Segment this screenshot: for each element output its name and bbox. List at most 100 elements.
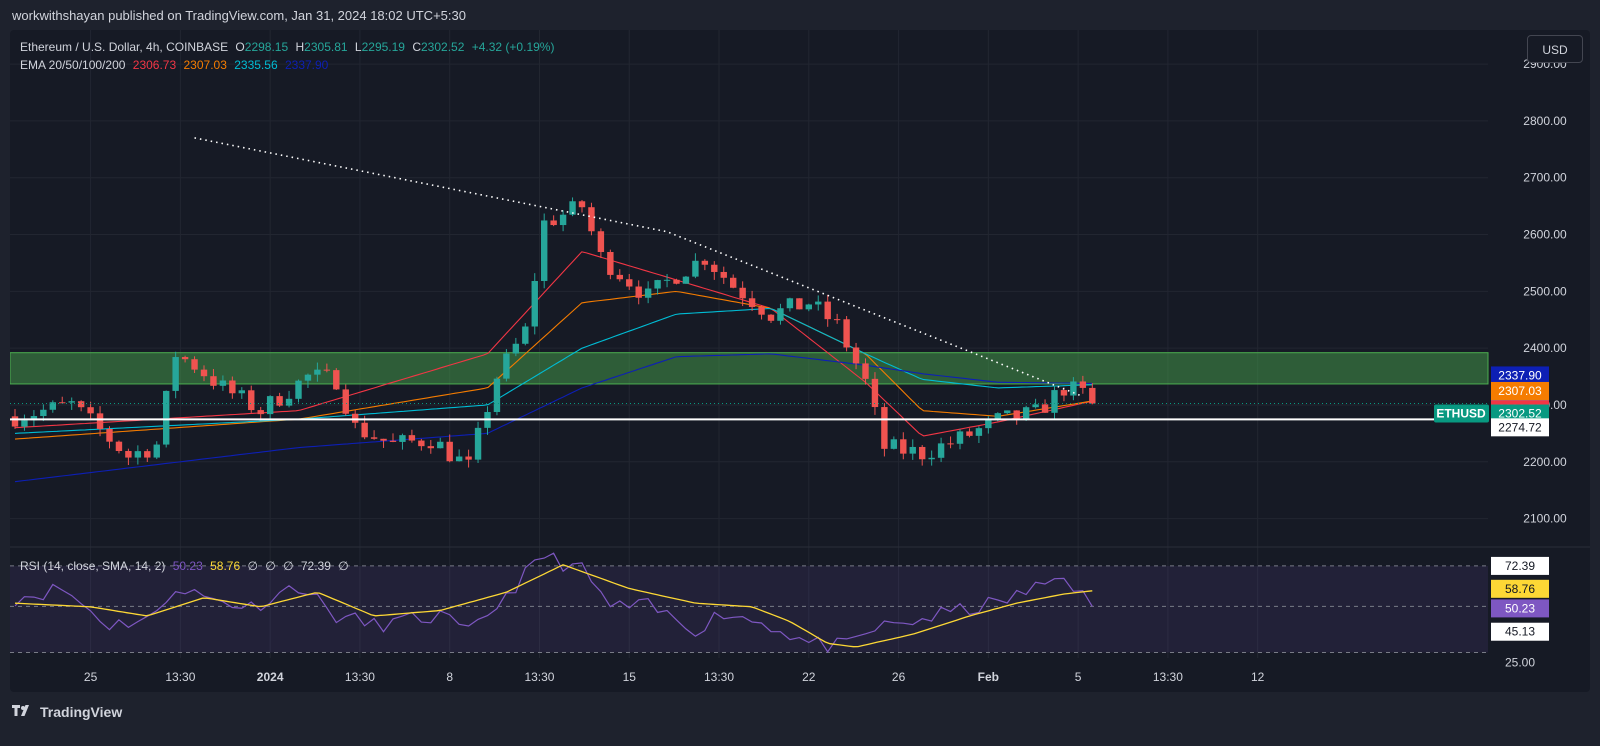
candle-body <box>21 420 28 427</box>
candle-body <box>559 214 567 226</box>
rsi-label[interactable]: RSI (14, close, SMA, 14, 2) <box>20 559 165 573</box>
candle <box>947 436 954 449</box>
ema100-value: 2335.56 <box>234 58 278 72</box>
candle-body <box>881 407 888 449</box>
candle-body <box>257 410 264 415</box>
candle-body <box>739 287 746 299</box>
candle-body <box>607 251 614 275</box>
price-label-text: 2274.72 <box>1498 420 1542 434</box>
candle <box>77 400 85 412</box>
candle-body <box>805 304 812 310</box>
time-axis-tick: 15 <box>623 670 637 684</box>
rsi-value: 50.23 <box>172 559 203 573</box>
candle <box>607 249 614 280</box>
candle <box>626 273 633 290</box>
time-axis-tick: 13:30 <box>1153 670 1183 684</box>
ema20-line <box>14 251 1093 437</box>
candle <box>285 390 293 408</box>
candle-body <box>134 451 142 458</box>
candle-body <box>1004 410 1011 414</box>
candle-body <box>824 301 831 320</box>
rsi-legend: RSI (14, close, SMA, 14, 2) 50.23 58.76 … <box>20 559 349 573</box>
candle-body <box>474 427 482 460</box>
candle <box>408 429 416 443</box>
candle-body <box>408 435 416 441</box>
candle <box>493 376 501 416</box>
candle-body <box>701 260 709 265</box>
price-label: 2337.90 <box>1491 366 1549 385</box>
candle <box>541 213 548 289</box>
candle-body <box>588 207 595 232</box>
candle <box>1004 410 1011 415</box>
price-label-text: 2307.03 <box>1498 384 1542 398</box>
rsi-axis-label-text: 25.00 <box>1505 656 1535 670</box>
candle <box>333 368 340 391</box>
candle <box>909 439 916 460</box>
candle <box>597 228 605 258</box>
candle-body <box>711 264 718 272</box>
candle-body <box>843 319 850 348</box>
candle <box>125 448 132 466</box>
rsi-na-2: ∅ <box>265 559 276 573</box>
candle <box>711 261 718 280</box>
candle-body <box>1060 390 1068 396</box>
high-label: H <box>295 40 305 54</box>
candle-body <box>181 357 189 360</box>
candle <box>805 303 812 312</box>
candle-body <box>323 369 331 371</box>
candle-body <box>937 443 945 458</box>
symbol-tag-text: ETHUSD <box>1436 407 1486 421</box>
candle-body <box>777 308 784 321</box>
publisher-bar: workwithshayan published on TradingView.… <box>0 0 1600 30</box>
candle-body <box>673 279 680 284</box>
candle-body <box>446 441 453 462</box>
candle <box>399 433 406 450</box>
candle <box>786 297 794 312</box>
candle <box>59 396 66 404</box>
candle-body <box>928 457 935 460</box>
candle <box>342 384 349 416</box>
candle <box>796 298 803 310</box>
candle <box>437 437 444 449</box>
currency-button[interactable]: USD <box>1527 35 1583 63</box>
candle-body <box>144 451 151 458</box>
candle <box>975 426 983 444</box>
candle <box>824 294 831 327</box>
symbol-title[interactable]: Ethereum / U.S. Dollar, 4h, COINBASE <box>20 40 228 54</box>
candle <box>956 429 964 450</box>
price-label-text: 2337.90 <box>1498 368 1542 382</box>
candle-body <box>96 413 104 429</box>
candle-body <box>758 306 765 315</box>
footer-brand[interactable]: TradingView <box>12 704 122 720</box>
candle <box>503 349 510 382</box>
candle <box>418 438 425 451</box>
candle-body <box>1089 387 1096 404</box>
ema50-value: 2307.03 <box>183 58 227 72</box>
candle <box>919 445 926 466</box>
rsi-na-3: ∅ <box>283 559 294 573</box>
candle-body <box>550 220 557 226</box>
candle-body <box>541 220 548 281</box>
candle-body <box>68 401 75 403</box>
candle-body <box>796 298 803 310</box>
candle-body <box>40 409 47 417</box>
candle <box>87 401 94 419</box>
candle-body <box>276 396 283 406</box>
candle <box>172 351 179 399</box>
candle <box>559 210 567 232</box>
ema-label[interactable]: EMA 20/50/100/200 <box>20 58 125 72</box>
time-axis-tick: Feb <box>978 670 999 684</box>
candle-body <box>975 428 983 436</box>
candle-body <box>465 456 472 460</box>
candle-body <box>352 413 359 423</box>
rsi-axis-label-text: 72.39 <box>1505 559 1535 573</box>
rsi-axis-label-text: 58.76 <box>1505 582 1535 596</box>
candle-body <box>77 401 85 408</box>
price-label: 2274.72 <box>1491 418 1549 437</box>
ema20-value: 2306.73 <box>132 58 177 72</box>
candle <box>115 440 123 454</box>
chart-canvas[interactable]: 2100.002200.002300.002400.002500.002600.… <box>10 30 1590 692</box>
rsi-axis-label: 72.39 <box>1491 556 1549 575</box>
candle-body <box>871 378 879 408</box>
candle-body <box>115 441 123 452</box>
